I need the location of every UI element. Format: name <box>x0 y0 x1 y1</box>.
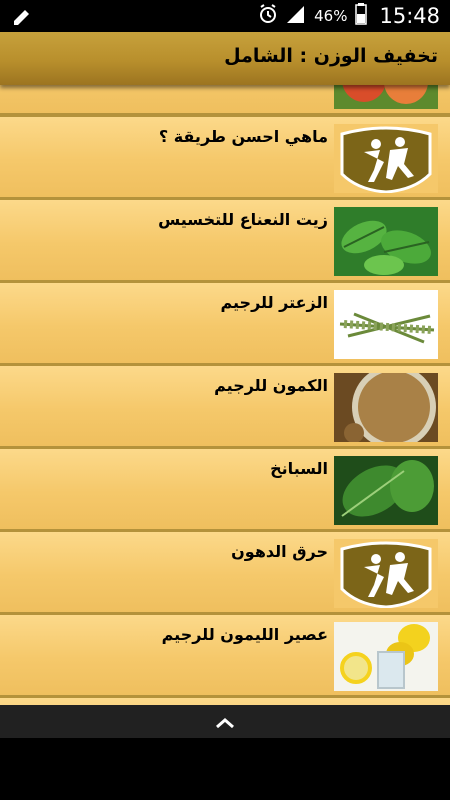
list-item[interactable] <box>0 698 450 705</box>
badge-logo-image <box>334 539 438 608</box>
page-title: تخفيف الوزن : الشامل <box>224 45 438 67</box>
lemon-juice-image <box>334 622 438 691</box>
list-item[interactable]: عصير الليمون للرجيم <box>0 615 450 695</box>
signal-icon <box>286 4 306 28</box>
mint-leaves-image <box>334 207 438 276</box>
clock: 15:48 <box>379 4 440 28</box>
list-item-label: الكمون للرجيم <box>214 376 328 395</box>
list-item-label: ماهي احسن طريقة ؟ <box>158 127 328 146</box>
edit-icon <box>12 7 32 31</box>
thyme-image <box>334 290 438 359</box>
list-item[interactable]: حرق الدهون <box>0 532 450 612</box>
cumin-image <box>334 373 438 442</box>
bottom-bar <box>0 705 450 738</box>
article-list[interactable]: ماهي احسن طريقة ؟ زيت النعناع للتخسيس ال… <box>0 85 450 705</box>
chevron-up-icon[interactable] <box>210 712 240 736</box>
battery-percent: 46% <box>314 7 348 25</box>
list-item-label: زيت النعناع للتخسيس <box>158 210 328 229</box>
list-item-label: السبانخ <box>270 459 328 478</box>
list-item[interactable]: الزعتر للرجيم <box>0 283 450 363</box>
list-item-label: عصير الليمون للرجيم <box>161 625 328 644</box>
battery-icon <box>355 3 368 29</box>
list-item[interactable]: ماهي احسن طريقة ؟ <box>0 117 450 197</box>
alarm-icon <box>258 4 278 28</box>
peaches-image <box>334 85 438 109</box>
status-bar: 46% 15:48 <box>0 0 450 32</box>
list-item-label: الزعتر للرجيم <box>220 293 328 312</box>
spinach-image <box>334 456 438 525</box>
list-item[interactable]: الكمون للرجيم <box>0 366 450 446</box>
list-item[interactable]: السبانخ <box>0 449 450 529</box>
app-bar: تخفيف الوزن : الشامل <box>0 32 450 85</box>
badge-logo-image <box>334 124 438 193</box>
list-item[interactable]: زيت النعناع للتخسيس <box>0 200 450 280</box>
navigation-area <box>0 738 450 800</box>
list-item[interactable] <box>0 85 450 113</box>
list-item-label: حرق الدهون <box>231 542 328 561</box>
